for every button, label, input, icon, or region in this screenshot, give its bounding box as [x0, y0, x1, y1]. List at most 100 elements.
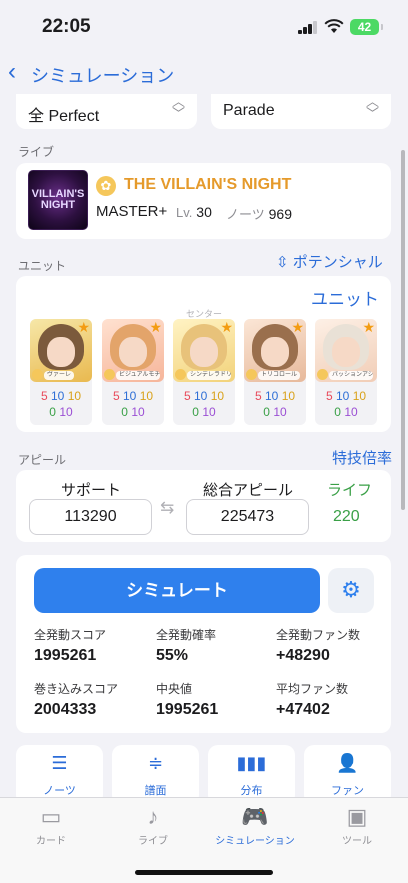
type-coin-icon: [246, 369, 257, 380]
stat-value: 1995261: [34, 647, 97, 664]
unit-member-4[interactable]: ★ トリコロール 5 10 10 0 10: [244, 319, 306, 425]
bar-chart-icon: ▮▮▮: [236, 753, 267, 773]
gamepad-icon: 🎮: [241, 804, 269, 829]
stat-value: 2004333: [34, 701, 97, 718]
star-icon: ★: [291, 319, 304, 335]
card-icon: ▭: [40, 804, 62, 829]
potential-button[interactable]: ⇳ ポテンシャル: [276, 251, 383, 272]
potential-values: 5 10 10 0 10: [40, 389, 82, 419]
idol-portrait: ★ トリコロール: [244, 319, 306, 382]
type-coin-icon: [175, 369, 186, 380]
perfect-mode-selector[interactable]: 全 Perfect ︿ ﹀: [16, 94, 197, 129]
fan-tool-button[interactable]: 👤 ファン: [304, 745, 391, 805]
support-field[interactable]: 113290: [29, 499, 152, 535]
star-icon: ★: [77, 319, 90, 335]
tab-label: シミュレーション: [215, 836, 295, 847]
perfect-mode-value: 全 Perfect: [28, 108, 100, 125]
home-indicator[interactable]: [135, 870, 273, 875]
type-coin-icon: [317, 369, 328, 380]
live-mode-selector[interactable]: Parade ︿ ﹀: [211, 94, 391, 129]
scrollbar[interactable]: [401, 150, 405, 510]
compress-icon: ⇳: [276, 254, 289, 271]
notes-tool-button[interactable]: ☰ ノーツ: [16, 745, 103, 805]
live-song-card[interactable]: VILLAIN'S NIGHT ✿ THE VILLAIN'S NIGHT MA…: [16, 163, 391, 239]
skill-tag: シンデレラドリーム: [187, 371, 231, 380]
stat-label: 全発動スコア: [34, 628, 107, 642]
skill-tag: ヴァーレ: [44, 371, 75, 380]
up-down-chevron-icon: ︿ ﹀: [365, 94, 379, 121]
wifi-icon: [324, 19, 344, 39]
numbered-list-icon: ☰: [51, 753, 68, 773]
live-notes: ノーツ 969: [226, 204, 292, 223]
support-label: サポート: [61, 482, 122, 499]
battery-indicator: 42: [350, 19, 383, 35]
unit-link[interactable]: ユニット: [311, 285, 379, 310]
stat-label: 全発動確率: [156, 628, 217, 642]
live-difficulty: MASTER+: [96, 203, 168, 220]
potential-values: 5 10 10 0 10: [183, 389, 225, 419]
status-time: 22:05: [42, 16, 91, 37]
live-section-label: ライブ: [18, 145, 55, 159]
stat-value: +47402: [276, 701, 330, 718]
chevron-left-icon[interactable]: ‹: [8, 60, 16, 84]
stat-label: 平均ファン数: [276, 682, 349, 696]
star-icon: ★: [149, 319, 162, 335]
navigation-bar: ‹ シミュレーション: [0, 54, 408, 94]
unit-member-2[interactable]: ★ ビジュアルモチーフ 5 10 10 0 10: [102, 319, 164, 425]
star-icon: ★: [220, 319, 233, 335]
level-value: 30: [196, 204, 212, 220]
tab-tools[interactable]: ▣ ツール: [306, 802, 408, 847]
simulation-card: シミュレート ⚙ 全発動スコア 1995261 全発動確率 55% 全発動ファン…: [16, 555, 391, 733]
tool-label: ノーツ: [43, 785, 76, 797]
potential-values: 5 10 10 0 10: [325, 389, 367, 419]
person-add-icon: 👤: [336, 753, 359, 773]
status-bar: 22:05 42: [0, 0, 408, 54]
toolbox-icon: ▣: [346, 804, 368, 829]
back-button-title[interactable]: シミュレーション: [31, 62, 174, 88]
idol-portrait: ★ シンデレラドリーム: [173, 319, 235, 382]
live-level: Lv. 30: [176, 204, 212, 220]
total-appeal-label: 総合アピール: [203, 482, 294, 499]
chart-tool-button[interactable]: ≑ 譜面: [112, 745, 199, 805]
settings-gear-button[interactable]: ⚙: [328, 568, 374, 613]
stat-label: 中央値: [156, 682, 193, 696]
life-value[interactable]: 220: [333, 508, 360, 526]
cellular-signal-icon: [298, 20, 318, 34]
tool-label: 分布: [240, 785, 263, 797]
live-title: THE VILLAIN'S NIGHT: [124, 176, 292, 193]
notes-value: 969: [268, 206, 292, 222]
type-coin-icon: [104, 369, 115, 380]
star-icon: ★: [362, 319, 375, 335]
tab-simulation[interactable]: 🎮 シミュレーション: [204, 802, 306, 847]
tab-card[interactable]: ▭ カード: [0, 802, 102, 847]
unit-member-5[interactable]: ★ パッションアシスト 5 10 10 0 10: [315, 319, 377, 425]
tool-label: 譜面: [144, 785, 167, 797]
tab-label: ツール: [342, 836, 372, 847]
distribution-tool-button[interactable]: ▮▮▮ 分布: [208, 745, 295, 805]
swap-arrows-icon[interactable]: ⇆: [160, 498, 174, 518]
live-mode-value: Parade: [223, 102, 275, 119]
song-type-icon: ✿: [96, 176, 116, 196]
unit-member-center[interactable]: ★ シンデレラドリーム 5 10 10 0 10: [173, 319, 235, 425]
stat-label: 全発動ファン数: [276, 628, 361, 642]
skill-multiplier-link[interactable]: 特技倍率: [332, 447, 392, 468]
tab-live[interactable]: ♪ ライブ: [102, 802, 204, 847]
unit-member-1[interactable]: ★ ヴァーレ 5 10 10 0 10: [30, 319, 92, 425]
skill-tag: ビジュアルモチーフ: [116, 371, 160, 380]
unit-card: ユニット センター ★ ヴァーレ 5 10 10 0 10 ★ ビジュアルモチー…: [16, 276, 391, 432]
total-appeal-field[interactable]: 225473: [186, 499, 309, 535]
sliders-icon: ≑: [147, 753, 164, 773]
potential-label: ポテンシャル: [292, 254, 383, 271]
stat-value: +48290: [276, 647, 330, 664]
gear-icon: ⚙: [341, 577, 361, 602]
life-label: ライフ: [327, 482, 373, 499]
idol-portrait: ★ パッションアシスト: [315, 319, 377, 382]
potential-values: 5 10 10 0 10: [112, 389, 154, 419]
tab-label: ライブ: [138, 836, 168, 847]
tool-label: ファン: [331, 785, 364, 797]
skill-tag: トリコロール: [258, 371, 301, 380]
simulate-button[interactable]: シミュレート: [34, 568, 320, 613]
idol-portrait: ★ ビジュアルモチーフ: [102, 319, 164, 382]
level-label: Lv.: [176, 205, 193, 220]
notes-label: ノーツ: [226, 207, 265, 222]
